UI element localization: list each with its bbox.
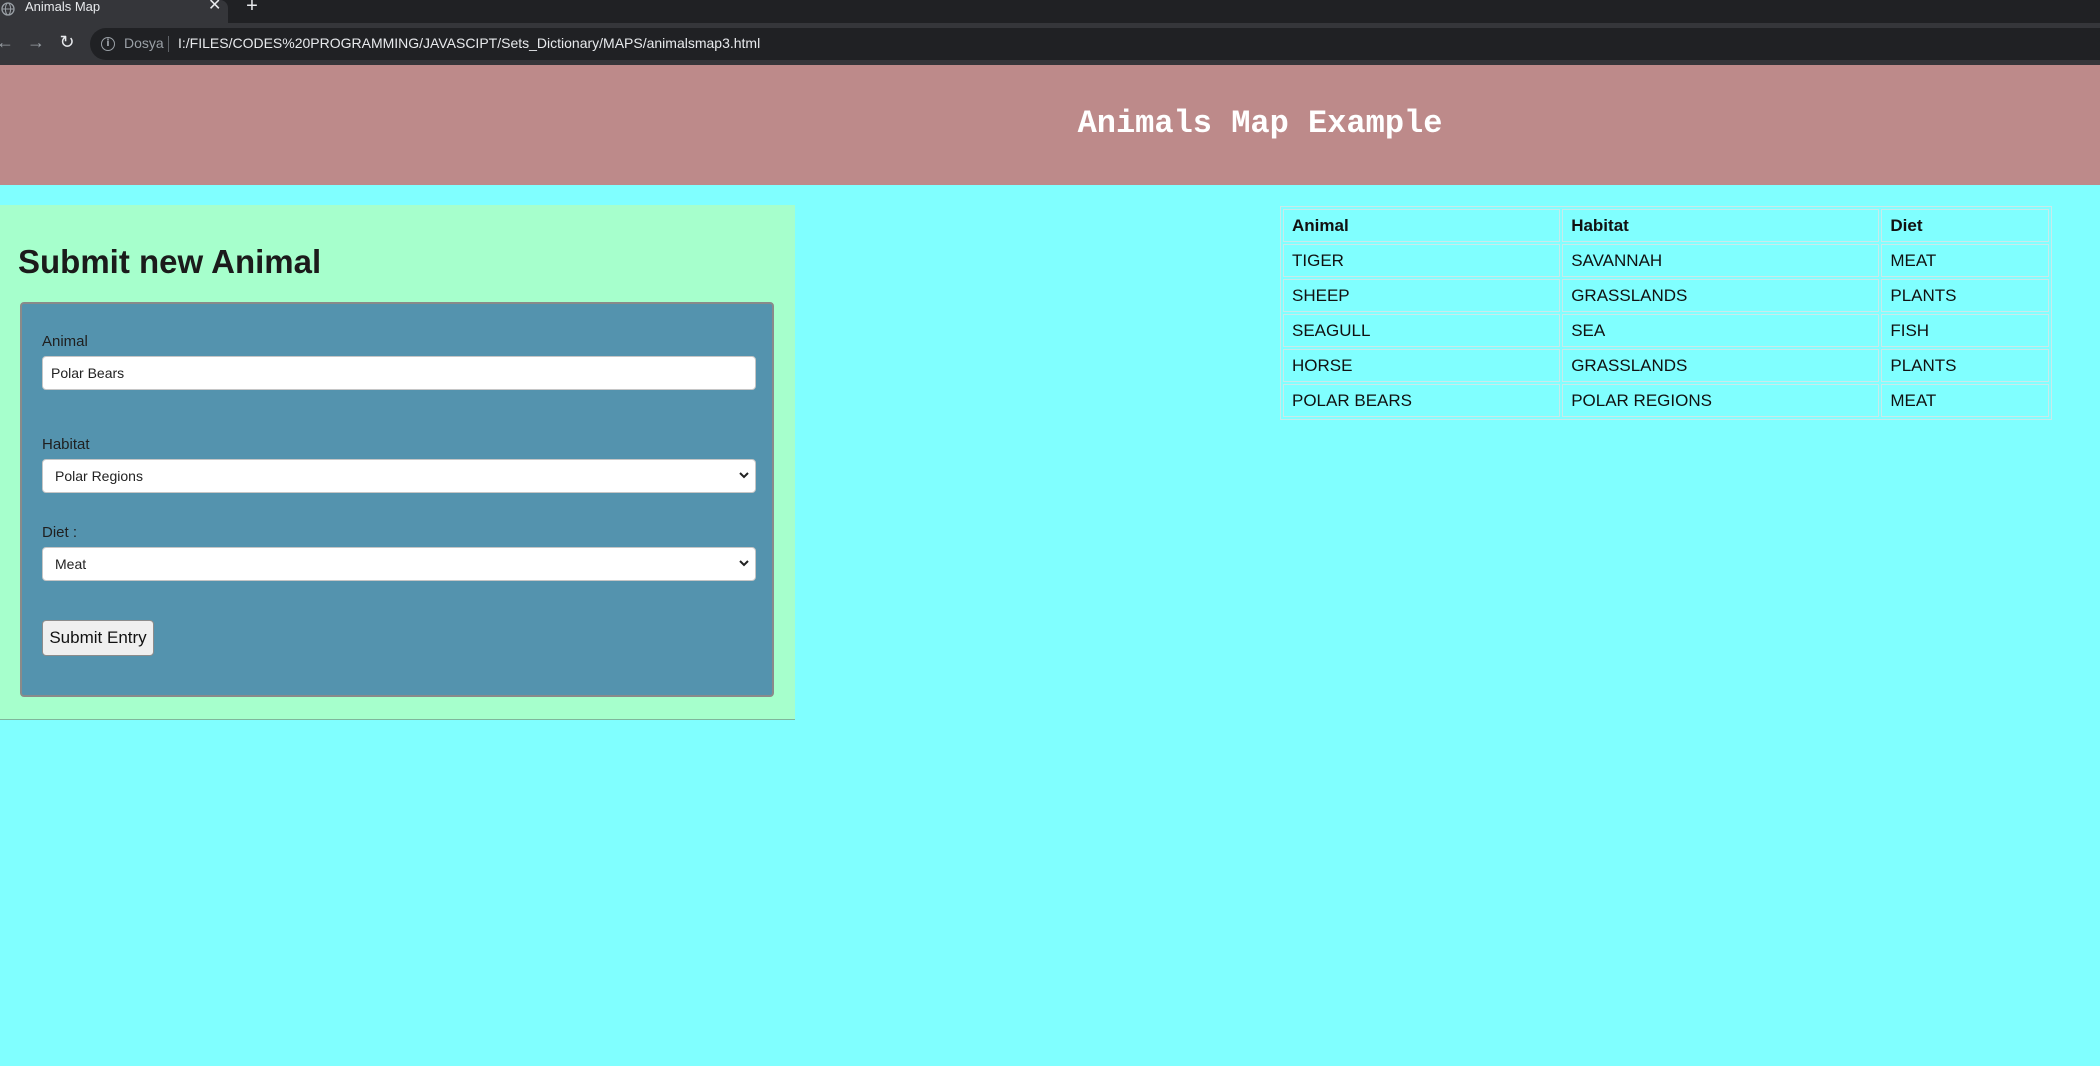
- cell-habitat: SEA: [1562, 314, 1880, 347]
- habitat-select[interactable]: Polar Regions: [42, 459, 756, 493]
- close-tab-icon[interactable]: ✕: [208, 0, 221, 14]
- diet-label: Diet :: [42, 524, 78, 541]
- form-heading: Submit new Animal: [18, 243, 322, 280]
- cell-animal: TIGER: [1283, 244, 1561, 277]
- cell-diet: PLANTS: [1881, 349, 2049, 382]
- cell-animal: POLAR BEARS: [1283, 384, 1561, 417]
- cell-diet: MEAT: [1881, 244, 2049, 277]
- cell-diet: FISH: [1881, 314, 2049, 347]
- diet-select-value: Meat: [55, 556, 87, 572]
- cell-animal: SHEEP: [1283, 279, 1561, 312]
- column-header-animal: Animal: [1283, 209, 1561, 242]
- cell-habitat: POLAR REGIONS: [1562, 384, 1880, 417]
- cell-habitat: SAVANNAH: [1562, 244, 1880, 277]
- page-title: Animals Map Example: [1077, 105, 1443, 142]
- cell-diet: PLANTS: [1881, 279, 2049, 312]
- table-header-row: Animal Habitat Diet: [1283, 209, 2049, 242]
- tab-title: Animals Map: [25, 0, 101, 14]
- browser-tab-bar: Animals Map ✕ +: [0, 0, 2100, 23]
- page-header: Animals Map Example: [0, 65, 2100, 185]
- habitat-label: Habitat: [42, 436, 90, 453]
- chevron-down-icon: [739, 560, 749, 567]
- info-icon[interactable]: i: [101, 37, 115, 51]
- table-row: HORSE GRASSLANDS PLANTS: [1283, 349, 2049, 382]
- cell-animal: HORSE: [1283, 349, 1561, 382]
- cell-animal: SEAGULL: [1283, 314, 1561, 347]
- cell-habitat: GRASSLANDS: [1562, 349, 1880, 382]
- column-header-diet: Diet: [1881, 209, 2049, 242]
- animal-input[interactable]: [42, 356, 756, 390]
- cell-habitat: GRASSLANDS: [1562, 279, 1880, 312]
- forward-arrow-icon[interactable]: →: [25, 31, 47, 53]
- diet-select[interactable]: Meat: [42, 547, 756, 581]
- table-row: SEAGULL SEA FISH: [1283, 314, 2049, 347]
- submit-entry-button[interactable]: Submit Entry: [42, 620, 154, 656]
- address-divider: [168, 36, 169, 52]
- animal-label: Animal: [42, 333, 88, 350]
- habitat-select-value: Polar Regions: [55, 468, 143, 484]
- browser-toolbar: ← → ↻ i Dosya I:/FILES/CODES%20PROGRAMMI…: [0, 23, 2100, 65]
- table-row: POLAR BEARS POLAR REGIONS MEAT: [1283, 384, 2049, 417]
- table-row: TIGER SAVANNAH MEAT: [1283, 244, 2049, 277]
- table-row: SHEEP GRASSLANDS PLANTS: [1283, 279, 2049, 312]
- reload-icon[interactable]: ↻: [56, 31, 78, 53]
- animal-form: Animal Habitat Polar Regions Diet : Meat…: [20, 302, 774, 697]
- new-tab-icon[interactable]: +: [244, 0, 260, 16]
- url-text[interactable]: I:/FILES/CODES%20PROGRAMMING/JAVASCIPT/S…: [178, 35, 760, 51]
- chevron-down-icon: [739, 472, 749, 479]
- animals-table: Animal Habitat Diet TIGER SAVANNAH MEAT …: [1280, 206, 2052, 420]
- form-panel: Submit new Animal Animal Habitat Polar R…: [0, 205, 795, 720]
- column-header-habitat: Habitat: [1562, 209, 1880, 242]
- address-bar[interactable]: i Dosya I:/FILES/CODES%20PROGRAMMING/JAV…: [90, 28, 2100, 60]
- globe-icon: [1, 2, 15, 16]
- back-arrow-icon[interactable]: ←: [0, 31, 16, 53]
- site-label: Dosya: [124, 35, 164, 51]
- browser-tab[interactable]: Animals Map ✕: [0, 0, 228, 23]
- cell-diet: MEAT: [1881, 384, 2049, 417]
